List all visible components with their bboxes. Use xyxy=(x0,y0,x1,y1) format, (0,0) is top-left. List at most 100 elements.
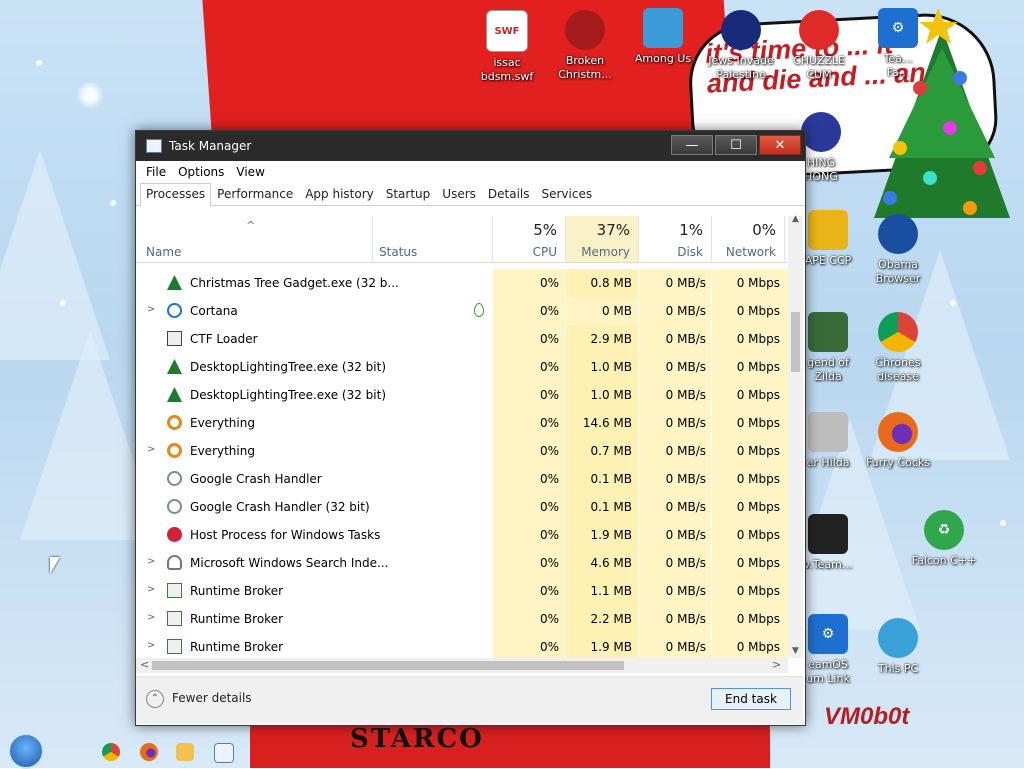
desktop-icon-jews-invade-palestine[interactable]: Jews Invade Palestine xyxy=(701,10,781,82)
fewer-details-link[interactable]: Fewer details xyxy=(172,691,252,705)
cpu-value: 0% xyxy=(539,556,559,570)
scroll-up-icon[interactable]: ▲ xyxy=(788,214,803,224)
tab-startup[interactable]: Startup xyxy=(380,183,437,205)
desktop-icon-this-pc[interactable]: This PC xyxy=(858,618,938,676)
desktop-icon-chrones-disease[interactable]: Chrones disease xyxy=(858,312,938,384)
zelda-icon xyxy=(808,312,848,352)
minimize-button[interactable]: — xyxy=(671,135,713,155)
start-button[interactable] xyxy=(8,733,44,769)
task-manager-taskbar-icon[interactable] xyxy=(214,743,234,763)
memory-value: 14.6 MB xyxy=(582,416,632,430)
horizontal-scrollbar[interactable]: < > xyxy=(136,658,788,673)
chevron-right-icon[interactable]: > xyxy=(147,304,155,315)
vertical-scroll-thumb[interactable] xyxy=(791,312,800,372)
tab-services[interactable]: Services xyxy=(536,183,599,205)
broker-process-icon xyxy=(167,639,182,654)
snowflake xyxy=(950,300,956,306)
horizontal-scroll-thumb[interactable] xyxy=(152,661,624,670)
process-row[interactable]: Google Crash Handler (32 bit) 0% 0.1 MB 0 M… xyxy=(136,493,788,521)
column-header-status[interactable]: Status xyxy=(372,216,492,262)
firefox-icon xyxy=(878,412,918,452)
network-value: 0 Mbps xyxy=(736,612,780,626)
chevron-right-icon[interactable]: > xyxy=(147,556,155,567)
vertical-scrollbar[interactable]: ▲ ▼ xyxy=(788,214,803,658)
tab-processes[interactable]: Processes xyxy=(140,183,212,206)
process-row[interactable]: Christmas Tree Gadget.exe (32 b... 0% 0.8 … xyxy=(136,269,788,297)
network-value: 0 Mbps xyxy=(736,500,780,514)
memory-value: 1.9 MB xyxy=(590,640,632,654)
network-value: 0 Mbps xyxy=(736,416,780,430)
process-row[interactable]: Everything 0% 14.6 MB 0 MB/s 0 Mbps xyxy=(136,409,788,437)
cpu-value: 0% xyxy=(539,472,559,486)
column-header-name[interactable]: ^ Name xyxy=(136,216,372,262)
menu-view[interactable]: View xyxy=(230,165,270,179)
process-name: Christmas Tree Gadget.exe (32 b... xyxy=(190,276,399,290)
process-row[interactable]: > Cortana 0% 0 MB 0 MB/s 0 Mbps xyxy=(136,297,788,325)
menu-options[interactable]: Options xyxy=(172,165,230,179)
process-row[interactable]: Google Crash Handler 0% 0.1 MB 0 MB/s 0 Mbps xyxy=(136,465,788,493)
memory-value: 0.1 MB xyxy=(590,472,632,486)
memory-value: 1.1 MB xyxy=(590,584,632,598)
process-row[interactable]: > Everything 0% 0.7 MB 0 MB/s 0 Mbps xyxy=(136,437,788,465)
tab-users[interactable]: Users xyxy=(436,183,482,205)
menu-file[interactable]: File xyxy=(140,165,172,179)
file-explorer-taskbar-icon[interactable] xyxy=(176,743,194,761)
tab-performance[interactable]: Performance xyxy=(211,183,299,205)
desktop-icon-label: Among Us xyxy=(634,52,692,65)
gear-process-icon xyxy=(167,471,182,486)
column-header-cpu[interactable]: 5% CPU xyxy=(492,216,565,262)
desktop-icon-issac-bdsm-swf[interactable]: SWF issac bdsm.swf xyxy=(467,10,547,84)
disk-value: 0 MB/s xyxy=(665,640,706,654)
process-row[interactable]: > Microsoft Windows Search Inde... 0% 4.6 M… xyxy=(136,549,788,577)
broker-process-icon xyxy=(167,583,182,598)
firefox-taskbar-icon[interactable] xyxy=(140,743,158,761)
disk-value: 0 MB/s xyxy=(665,472,706,486)
tab-app-history[interactable]: App history xyxy=(299,183,380,205)
column-header-network[interactable]: 0% Network xyxy=(711,216,784,262)
chrome-taskbar-icon[interactable] xyxy=(102,743,120,761)
desktop-icon-furry-cocks[interactable]: Furry Cocks xyxy=(858,412,938,470)
column-header-disk[interactable]: 1% Disk xyxy=(638,216,711,262)
chevron-right-icon[interactable]: > xyxy=(147,612,155,623)
process-row[interactable]: DesktopLightingTree.exe (32 bit) 0% 1.0 MB… xyxy=(136,353,788,381)
process-row[interactable]: > Runtime Broker 0% 1.9 MB 0 MB/s 0 Mbps xyxy=(136,633,788,658)
task-manager-window[interactable]: Task Manager — ☐ ✕ File Options View Pro… xyxy=(135,130,806,726)
process-row[interactable]: DesktopLightingTree.exe (32 bit) 0% 1.0 MB… xyxy=(136,381,788,409)
title-bar[interactable]: Task Manager — ☐ ✕ xyxy=(136,131,805,161)
desktop-icon-among-us[interactable]: Among Us xyxy=(623,8,703,66)
chevron-right-icon[interactable]: > xyxy=(147,640,155,651)
sort-arrow-icon: ^ xyxy=(246,219,256,232)
scroll-left-icon[interactable]: < xyxy=(140,658,149,671)
process-row[interactable]: CTF Loader 0% 2.9 MB 0 MB/s 0 Mbps xyxy=(136,325,788,353)
scroll-right-icon[interactable]: > xyxy=(772,658,781,671)
network-value: 0 Mbps xyxy=(736,528,780,542)
close-button[interactable]: ✕ xyxy=(759,135,801,155)
search-process-icon xyxy=(167,555,182,570)
desktop-icon-falcon-cpp[interactable]: ♻ Falcon C++ xyxy=(904,510,984,568)
desktop-icon-chuzzle-cum[interactable]: CHUZZLE CUM xyxy=(779,10,859,82)
disk-value: 0 MB/s xyxy=(665,444,706,458)
process-name: DesktopLightingTree.exe (32 bit) xyxy=(190,388,387,402)
maximize-button[interactable]: ☐ xyxy=(715,135,757,155)
disk-value: 0 MB/s xyxy=(665,556,706,570)
tab-details[interactable]: Details xyxy=(482,183,536,205)
desktop-icon-label: Tea... Fa... xyxy=(883,52,913,79)
scroll-down-icon[interactable]: ▼ xyxy=(788,646,803,656)
snowy-tree-decoration xyxy=(0,150,110,360)
process-list: Christmas Tree Gadget.exe (32 b... 0% 0.8 … xyxy=(136,263,788,658)
desktop-icon-tea-fa[interactable]: ⚙ Tea... Fa... xyxy=(858,8,938,80)
chevron-right-icon[interactable]: > xyxy=(147,444,155,455)
cpu-value: 0% xyxy=(539,612,559,626)
process-row[interactable]: Host Process for Windows Tasks 0% 1.9 MB 0 … xyxy=(136,521,788,549)
desktop-icon-broken-christmas[interactable]: Broken Christm... xyxy=(545,10,625,82)
process-row[interactable]: > Runtime Broker 0% 1.1 MB 0 MB/s 0 Mbps xyxy=(136,577,788,605)
network-value: 0 Mbps xyxy=(736,556,780,570)
chevron-up-icon[interactable]: ⌃ xyxy=(146,690,164,708)
desktop-icon-obama-browser[interactable]: Obama Browser xyxy=(858,214,938,286)
process-row[interactable]: > Runtime Broker 0% 2.2 MB 0 MB/s 0 Mbps xyxy=(136,605,788,633)
snowflake xyxy=(110,200,116,206)
end-task-button[interactable]: End task xyxy=(711,688,791,710)
chevron-right-icon[interactable]: > xyxy=(147,584,155,595)
column-header-memory[interactable]: 37% Memory xyxy=(565,216,638,262)
memory-value: 0.7 MB xyxy=(590,444,632,458)
